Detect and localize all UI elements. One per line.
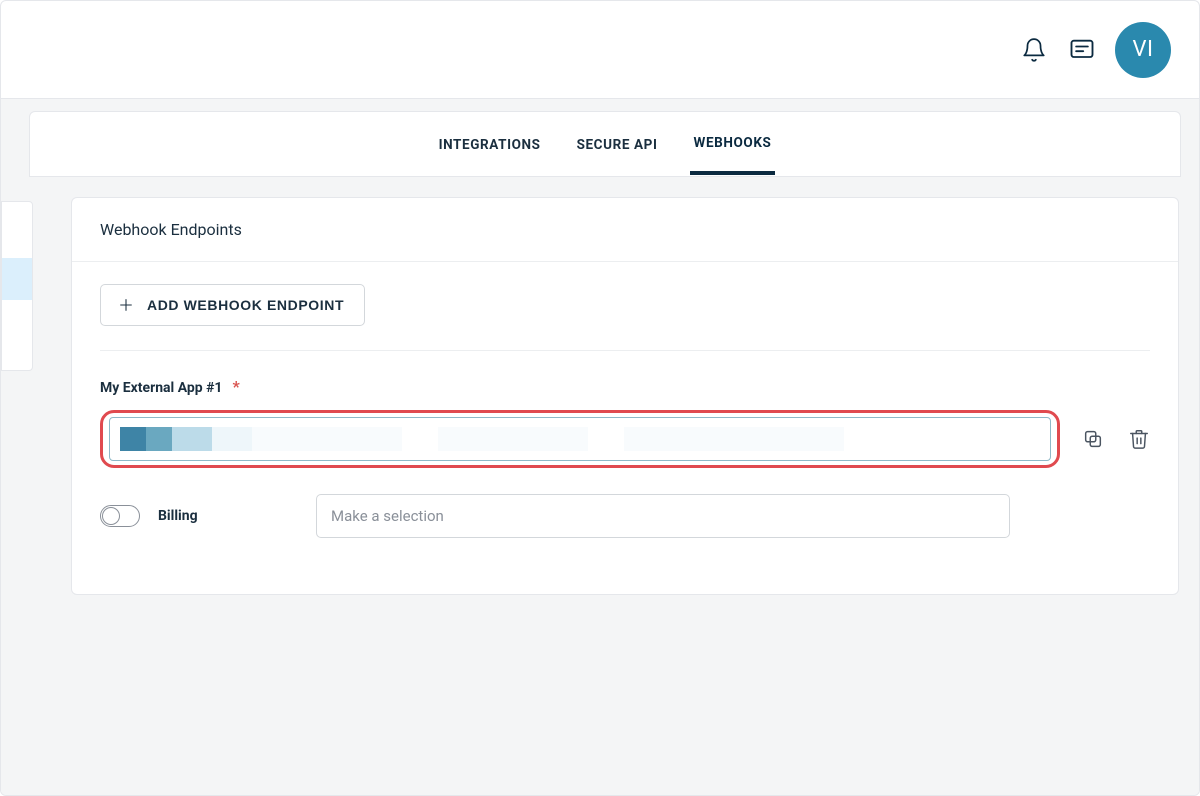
tabstrip-container: INTEGRATIONS SECURE API WEBHOOKS: [1, 99, 1199, 177]
avatar-initials: VI: [1133, 37, 1154, 62]
toggle-knob: [102, 507, 120, 525]
add-webhook-label: ADD WEBHOOK ENDPOINT: [147, 297, 344, 313]
masked-segment: [438, 427, 588, 451]
sidebar-active-indicator: [2, 258, 32, 300]
sidebar-card: [1, 201, 33, 371]
notifications-icon[interactable]: [1019, 35, 1049, 65]
billing-select-placeholder: Make a selection: [331, 507, 444, 525]
endpoint-input-row: [100, 410, 1150, 468]
masked-segment: [146, 427, 172, 451]
endpoint-label: My External App #1: [100, 380, 222, 396]
masked-segment: [252, 427, 402, 451]
top-bar: VI: [1, 1, 1199, 99]
billing-toggle[interactable]: [100, 505, 140, 527]
delete-icon[interactable]: [1128, 428, 1150, 450]
messages-icon[interactable]: [1067, 35, 1097, 65]
billing-label: Billing: [158, 508, 298, 524]
endpoint-actions: [1082, 428, 1150, 450]
tab-secure-api[interactable]: SECURE API: [573, 115, 662, 173]
panel-title: Webhook Endpoints: [72, 198, 1178, 262]
billing-select[interactable]: Make a selection: [316, 494, 1010, 538]
copy-icon[interactable]: [1082, 428, 1104, 450]
user-avatar[interactable]: VI: [1115, 22, 1171, 78]
masked-segment: [624, 427, 844, 451]
panel-body: ADD WEBHOOK ENDPOINT My External App #1 …: [72, 262, 1178, 538]
app-frame: VI INTEGRATIONS SECURE API WEBHOOKS Webh…: [0, 0, 1200, 796]
columns: Webhook Endpoints ADD WEBHOOK ENDPOINT M…: [1, 177, 1199, 595]
required-indicator: *: [232, 377, 239, 396]
body-area: Webhook Endpoints ADD WEBHOOK ENDPOINT M…: [1, 177, 1199, 796]
webhooks-panel: Webhook Endpoints ADD WEBHOOK ENDPOINT M…: [71, 197, 1179, 595]
tab-integrations[interactable]: INTEGRATIONS: [435, 115, 545, 173]
tab-webhooks[interactable]: WEBHOOKS: [690, 113, 776, 175]
sidebar-sliver: [1, 177, 35, 595]
billing-option-row: Billing Make a selection: [100, 494, 1150, 538]
main-column: Webhook Endpoints ADD WEBHOOK ENDPOINT M…: [35, 177, 1199, 595]
add-webhook-button[interactable]: ADD WEBHOOK ENDPOINT: [100, 284, 365, 326]
endpoint-highlight: [100, 410, 1060, 468]
masked-segment: [120, 427, 146, 451]
endpoint-url-input[interactable]: [109, 417, 1051, 461]
plus-icon: [117, 296, 135, 314]
tabstrip: INTEGRATIONS SECURE API WEBHOOKS: [29, 111, 1181, 177]
masked-segment: [172, 427, 212, 451]
divider: [100, 350, 1150, 351]
masked-segment: [212, 427, 252, 451]
endpoint-label-row: My External App #1 *: [100, 377, 1150, 396]
